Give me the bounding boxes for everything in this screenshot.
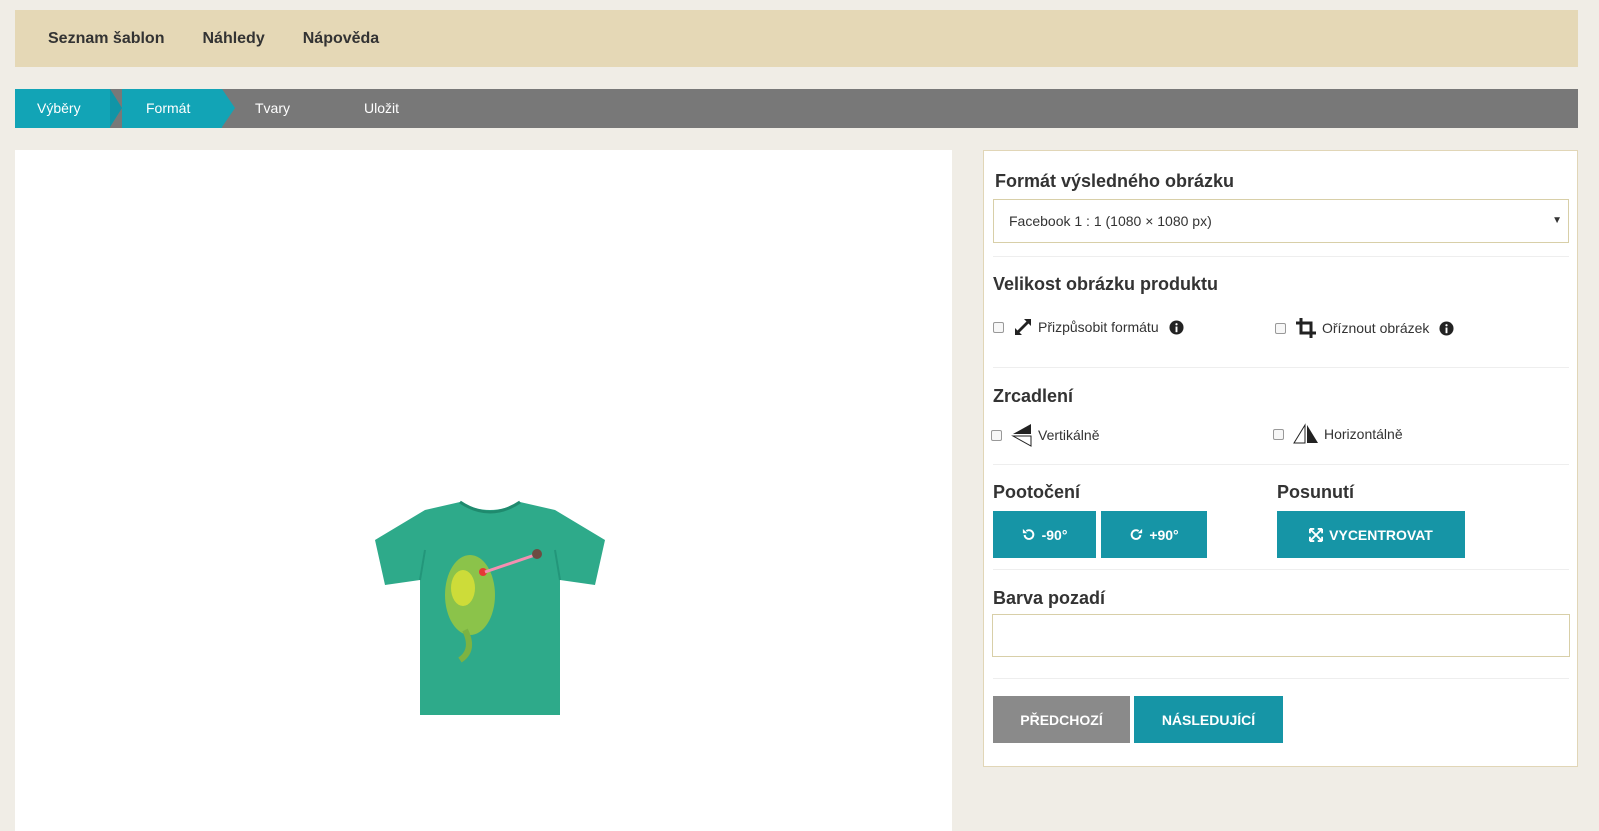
prev-button[interactable]: PŘEDCHOZÍ [993,696,1130,743]
horizontal-checkbox[interactable] [1273,428,1284,440]
crop-checkbox[interactable] [1275,322,1286,334]
crop-option: Oříznout obrázek [1275,317,1459,339]
rotate-right-label: +90° [1149,526,1179,543]
step-divider [110,89,122,127]
nav-template-list[interactable]: Seznam šablon [48,30,164,48]
image-preview-canvas [15,150,952,831]
format-select[interactable]: Facebook 1 : 1 (1080 × 1080 px) ▼ [993,199,1569,243]
center-button[interactable]: VYCENTROVAT [1277,511,1465,558]
bg-title: Barva pozadí [993,588,1106,608]
wizard-steps: Výběry Formát Tvary Uložit [15,89,1578,128]
top-navigation: Seznam šablon Náhledy Nápověda [15,10,1578,67]
horizontal-option: Horizontálně [1273,423,1403,445]
center-label: VYCENTROVAT [1329,526,1433,543]
fit-option: Přizpůsobit formátu [993,317,1189,337]
step-selections[interactable]: Výběry [37,89,81,128]
divider [993,569,1569,570]
crop-label: Oříznout obrázek [1322,320,1430,336]
mirror-title: Zrcadlení [993,386,1074,406]
rotation-title: Pootočení [993,482,1081,502]
settings-panel: Formát výsledného obrázku Facebook 1 : 1… [983,150,1578,767]
rotate-left-label: -90° [1041,526,1068,543]
rotate-right-icon [1131,528,1143,540]
step-shapes[interactable]: Tvary [255,89,290,128]
rotate-right-button[interactable]: +90° [1101,511,1207,558]
crop-icon [1296,318,1316,338]
format-title: Formát výsledného obrázku [995,171,1235,191]
nav-previews[interactable]: Náhledy [202,30,264,48]
expand-icon [1015,319,1031,335]
format-select-value: Facebook 1 : 1 (1080 × 1080 px) [1009,213,1212,229]
flip-vertical-icon [1011,424,1032,447]
rotate-left-icon [1022,528,1034,540]
shift-title: Posunutí [1277,482,1354,502]
bg-color-input[interactable] [992,614,1570,657]
vertical-label: Vertikálně [1038,427,1100,443]
step-arrow-format [222,89,235,127]
horizontal-label: Horizontálně [1324,426,1403,442]
info-icon[interactable] [1439,320,1454,336]
nav-help[interactable]: Nápověda [303,30,379,48]
next-button[interactable]: NÁSLEDUJÍCÍ [1134,696,1283,743]
info-icon[interactable] [1169,319,1184,335]
product-image-tshirt[interactable] [365,500,615,730]
flip-horizontal-icon [1293,423,1318,444]
vertical-option: Vertikálně [991,423,1099,447]
center-icon [1309,527,1324,542]
size-title: Velikost obrázku produktu [993,274,1219,294]
vertical-checkbox[interactable] [991,429,1002,441]
divider [993,464,1569,465]
rotate-left-button[interactable]: -90° [993,511,1096,558]
chevron-down-icon: ▼ [1552,215,1562,226]
step-format[interactable]: Formát [146,89,190,128]
fit-label: Přizpůsobit formátu [1038,319,1159,335]
step-save[interactable]: Uložit [364,89,399,128]
divider [993,678,1569,679]
next-label: NÁSLEDUJÍCÍ [1161,711,1256,728]
divider [993,256,1569,257]
divider [993,367,1569,368]
fit-checkbox[interactable] [993,321,1004,333]
prev-label: PŘEDCHOZÍ [1020,711,1103,728]
